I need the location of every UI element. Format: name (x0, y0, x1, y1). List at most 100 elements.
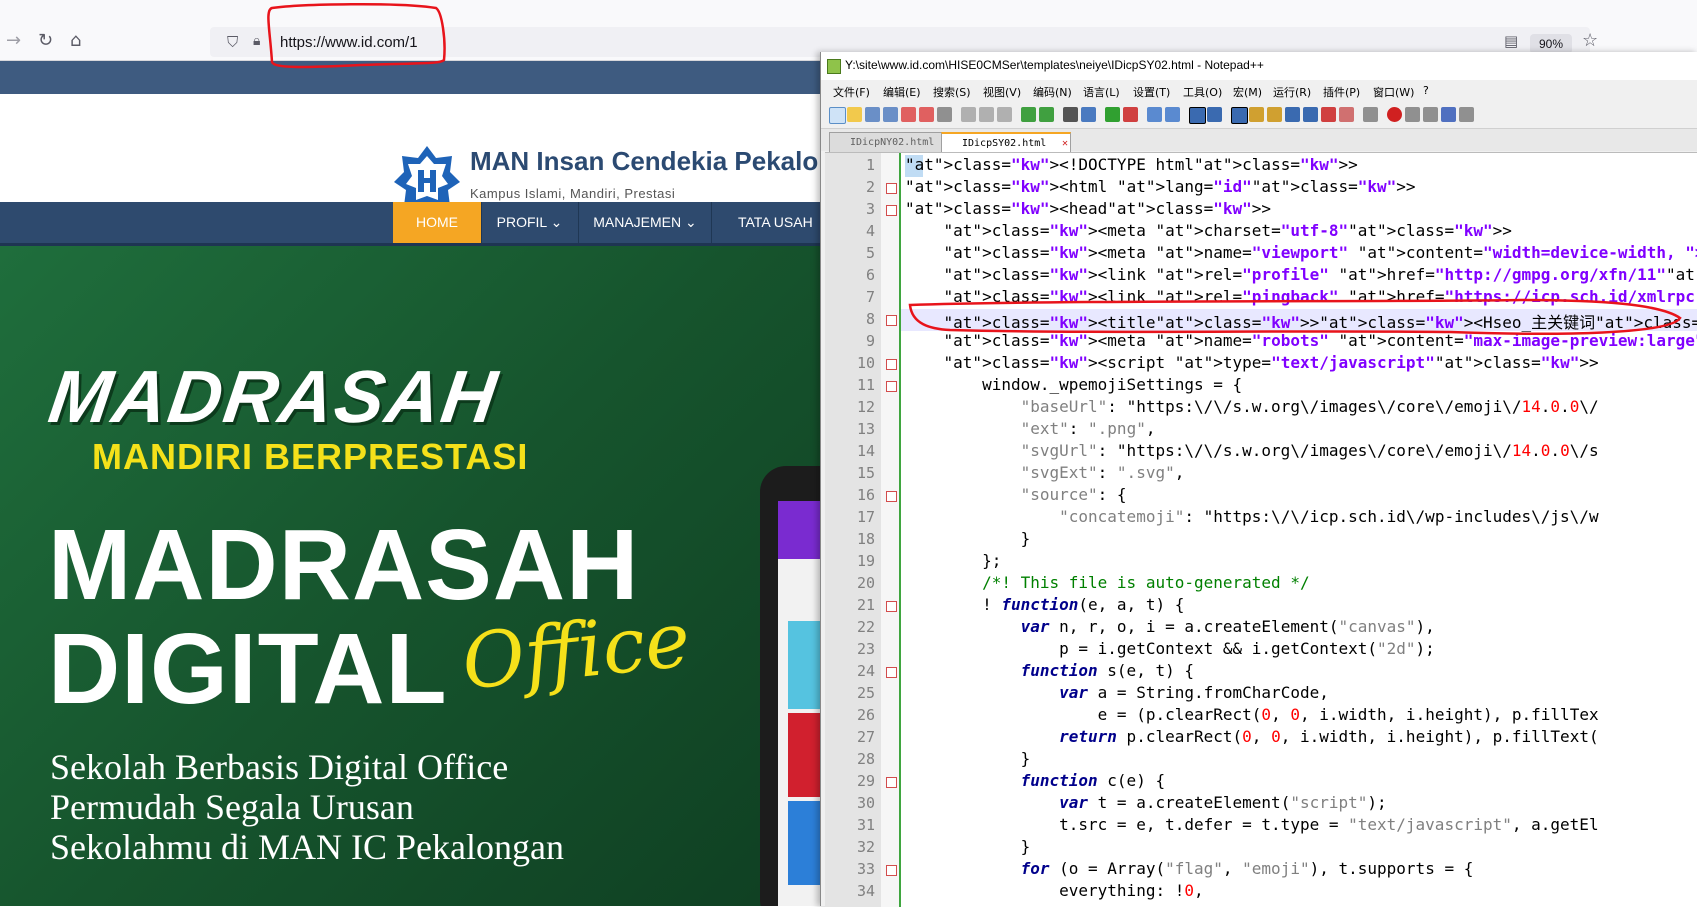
fold-marker-icon[interactable] (886, 315, 897, 326)
code-line[interactable]: "ext": ".png", (905, 419, 1156, 438)
npp-menu-encoding[interactable]: 编码(N) (1033, 84, 1072, 100)
npp-title-bar[interactable]: Y:\site\www.id.com\HISE0CMSer\templates\… (821, 52, 1697, 80)
code-line[interactable]: } (905, 837, 1031, 856)
stop-macro-icon[interactable] (1405, 107, 1420, 122)
cut-icon[interactable] (961, 107, 976, 122)
code-line[interactable]: function s(e, t) { (905, 661, 1194, 680)
copy-icon[interactable] (979, 107, 994, 122)
save-macro-icon[interactable] (1459, 107, 1474, 122)
npp-menu-edit[interactable]: 编辑(E) (883, 84, 921, 100)
code-line[interactable]: "concatemoji": "https:\/\/icp.sch.id\/wp… (905, 507, 1598, 526)
code-editor[interactable]: 1 2 3 4 5 6 7 8 9 10 11 12 13 14 15 16 17 18 19 20 21 22 23 24 2… (825, 152, 1697, 907)
tab-idicpny02[interactable]: IDicpNY02.html ✕ (829, 132, 959, 152)
home-icon[interactable]: ⌂ (70, 30, 81, 51)
code-line[interactable]: "at">class="kw"><script "at">type="text/… (905, 353, 1599, 372)
undo-icon[interactable] (1021, 107, 1036, 122)
monitoring-icon[interactable] (1321, 107, 1336, 122)
zoom-in-icon[interactable] (1105, 107, 1120, 122)
code-line[interactable]: "at">class="kw"><link "at">rel="pingback… (905, 287, 1697, 306)
fold-marker-icon[interactable] (886, 667, 897, 678)
arrow-forward-icon[interactable]: → (6, 30, 21, 51)
fold-marker-icon[interactable] (886, 381, 897, 392)
code-line[interactable]: function c(e) { (905, 771, 1166, 790)
fold-marker-icon[interactable] (886, 359, 897, 370)
zoom-level[interactable]: 90% (1530, 34, 1572, 54)
save-all-icon[interactable] (883, 107, 898, 122)
indent-guide-icon[interactable] (1231, 107, 1248, 124)
folder-workspace-icon[interactable] (1303, 107, 1318, 122)
code-line[interactable]: return p.clearRect(0, 0, i.width, i.heig… (905, 727, 1598, 746)
npp-menu-run[interactable]: 运行(R) (1273, 84, 1311, 100)
fold-marker-icon[interactable] (886, 777, 897, 788)
show-all-chars-icon[interactable] (1207, 107, 1222, 122)
zoom-out-icon[interactable] (1123, 107, 1138, 122)
code-line[interactable]: "at">class="kw"><!DOCTYPE html"at">class… (905, 155, 1358, 174)
close-file-icon[interactable] (901, 107, 916, 122)
npp-menu-tools[interactable]: 工具(O) (1183, 84, 1222, 100)
new-file-icon[interactable] (829, 107, 846, 124)
fold-marker-icon[interactable] (886, 205, 897, 216)
find-icon[interactable] (1063, 107, 1078, 122)
udl-icon[interactable] (1249, 107, 1264, 122)
npp-menu-settings[interactable]: 设置(T) (1133, 84, 1170, 100)
doc-map-icon[interactable] (1267, 107, 1282, 122)
code-line[interactable]: }; (905, 551, 1001, 570)
code-line[interactable]: "svgExt": ".svg", (905, 463, 1185, 482)
replace-icon[interactable] (1081, 107, 1096, 122)
shield-icon[interactable]: ⛉ (227, 33, 238, 51)
nav-manajemen[interactable]: MANAJEMEN ⌄ (579, 202, 712, 243)
code-line[interactable]: "at">class="kw"><html "at">lang="id""at"… (905, 177, 1416, 196)
code-line[interactable]: everything: !0, (905, 881, 1204, 900)
code-line[interactable]: for (o = Array("flag", "emoji"), t.suppo… (905, 859, 1474, 878)
fold-marker-icon[interactable] (886, 601, 897, 612)
open-file-icon[interactable] (847, 107, 862, 122)
code-line[interactable]: "baseUrl": "https:\/\/s.w.org\/images\/c… (905, 397, 1599, 416)
record-macro-icon[interactable] (1387, 107, 1402, 122)
npp-menu-view[interactable]: 视图(V) (983, 84, 1021, 100)
save-icon[interactable] (865, 107, 880, 122)
code-line[interactable]: "source": { (905, 485, 1127, 504)
code-line[interactable]: p = i.getContext && i.getContext("2d"); (905, 639, 1435, 658)
lock-icon[interactable]: 🔒︎ (253, 33, 260, 49)
code-line[interactable]: e = (p.clearRect(0, 0, i.width, i.height… (905, 705, 1599, 724)
site-name[interactable]: MAN Insan Cendekia Pekalo (470, 146, 818, 177)
bookmark-star-icon[interactable]: ☆ (1582, 30, 1598, 51)
code-line[interactable]: var t = a.createElement("script"); (905, 793, 1387, 812)
sync-vertical-icon[interactable] (1147, 107, 1162, 122)
run-multiple-macro-icon[interactable] (1441, 107, 1456, 122)
code-line[interactable]: "at">class="kw"><link "at">rel="profile"… (905, 265, 1697, 284)
code-line[interactable]: ! function(e, a, t) { (905, 595, 1184, 614)
fold-marker-icon[interactable] (886, 183, 897, 194)
fold-marker-icon[interactable] (886, 491, 897, 502)
code-line[interactable]: window._wpemojiSettings = { (905, 375, 1242, 394)
code-line[interactable]: } (905, 529, 1031, 548)
code-line[interactable]: } (905, 749, 1031, 768)
fold-marker-icon[interactable] (886, 865, 897, 876)
npp-menu-help[interactable]: ? (1423, 84, 1429, 97)
code-line[interactable]: "at">class="kw"><meta "at">charset="utf-… (905, 221, 1512, 240)
redo-icon[interactable] (1039, 107, 1054, 122)
nav-profil[interactable]: PROFIL ⌄ (481, 202, 579, 243)
eye-icon[interactable] (1363, 107, 1378, 122)
nav-tata-usaha[interactable]: TATA USAH (712, 202, 820, 243)
code-line[interactable]: var a = String.fromCharCode, (905, 683, 1329, 702)
close-all-icon[interactable] (919, 107, 934, 122)
play-macro-icon[interactable] (1423, 107, 1438, 122)
code-line[interactable]: "at">class="kw"><head"at">class="kw">> (905, 199, 1271, 218)
reload-icon[interactable]: ↻ (38, 30, 53, 51)
reader-icon[interactable]: ▤ (1504, 32, 1518, 50)
code-line[interactable]: "svgUrl": "https:\/\/s.w.org\/images\/co… (905, 441, 1599, 460)
code-line[interactable]: var n, r, o, i = a.createElement("canvas… (905, 617, 1435, 636)
tab-close-icon[interactable]: ✕ (1062, 134, 1068, 153)
npp-menu-language[interactable]: 语言(L) (1083, 84, 1120, 100)
paste-icon[interactable] (997, 107, 1012, 122)
code-line[interactable]: t.src = e, t.defer = t.type = "text/java… (905, 815, 1598, 834)
function-list-icon[interactable] (1285, 107, 1300, 122)
code-line[interactable]: "at">class="kw"><meta "at">name="robots"… (905, 331, 1697, 350)
npp-menu-search[interactable]: 搜索(S) (933, 84, 971, 100)
sync-horizontal-icon[interactable] (1165, 107, 1180, 122)
url-text[interactable]: https://www.id.com/1 (280, 34, 418, 51)
npp-menu-file[interactable]: 文件(F) (833, 84, 870, 100)
nav-home[interactable]: HOME (393, 202, 482, 243)
word-wrap-icon[interactable] (1189, 107, 1206, 124)
